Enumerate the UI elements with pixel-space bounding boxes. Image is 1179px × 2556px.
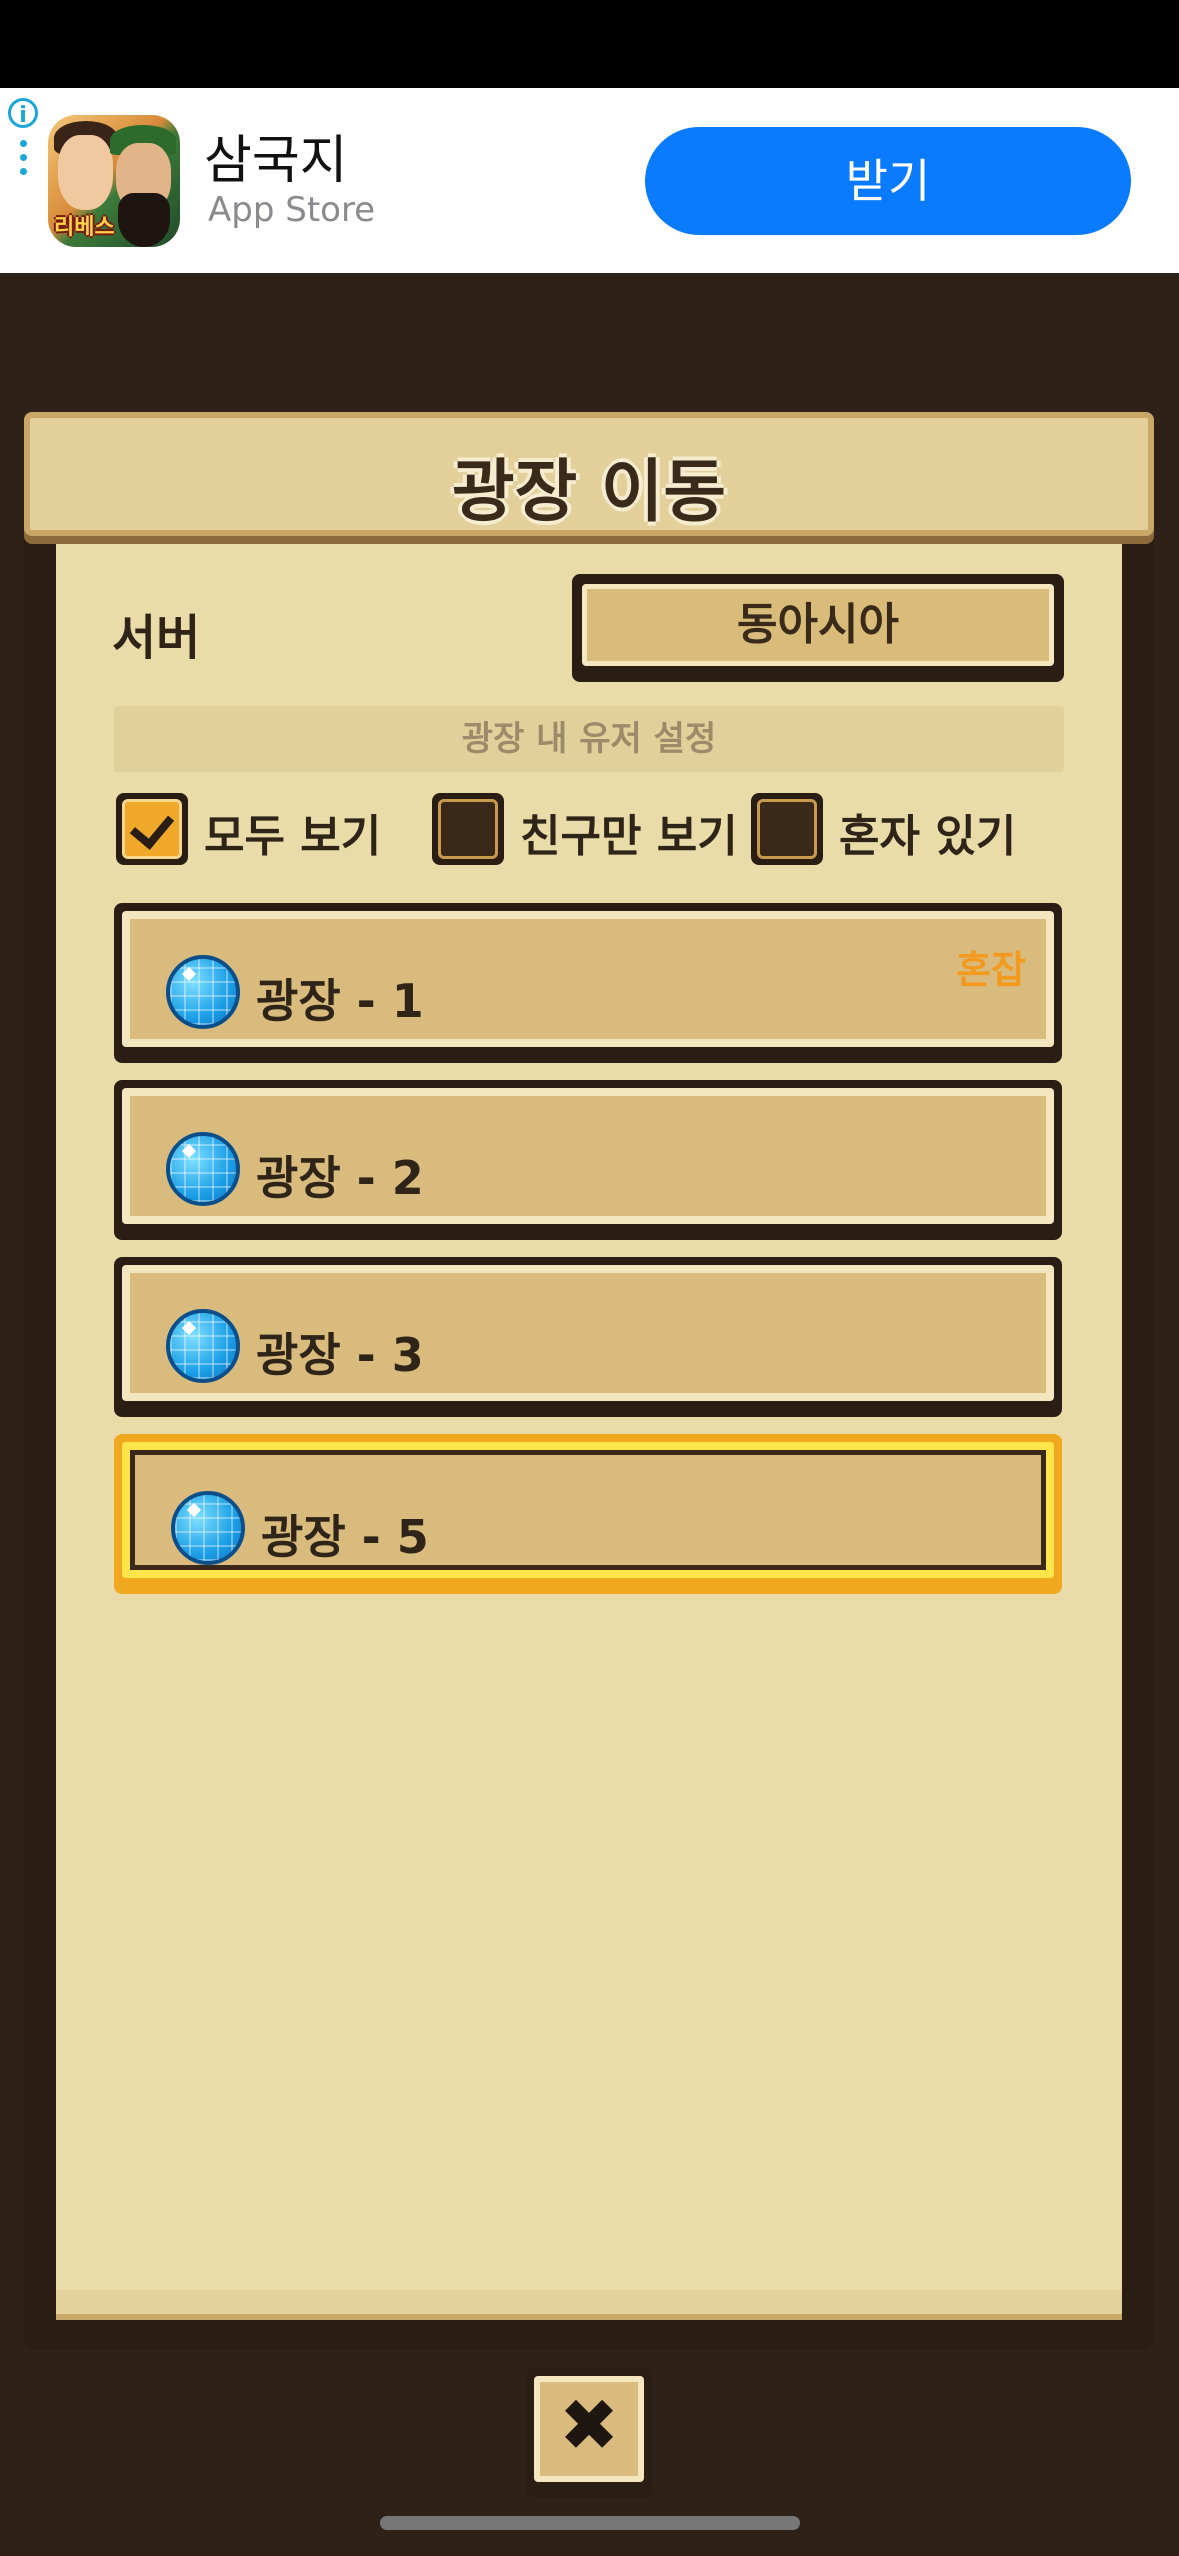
more-dots-icon[interactable] <box>20 140 28 182</box>
ad-app-name: 삼국지 <box>204 131 348 191</box>
home-indicator <box>380 2516 800 2530</box>
user-setting-header: 광장 내 유저 설정 <box>114 706 1064 772</box>
room-label: 광장 - 3 <box>256 1328 424 1382</box>
dialog-title: 광장 이동 <box>452 453 726 532</box>
app-icon[interactable]: 리베스 <box>48 115 180 247</box>
room-fill: 광장 - 1 혼잡 <box>130 919 1046 1039</box>
get-button[interactable]: 받기 <box>645 127 1131 235</box>
character-face <box>58 135 113 210</box>
check-icon <box>129 804 175 850</box>
room-border: 광장 - 5 <box>122 1442 1054 1578</box>
dialog-bottom-edge <box>56 2290 1122 2320</box>
checkbox-alone[interactable] <box>751 793 823 865</box>
globe-icon <box>171 1491 245 1565</box>
checkbox-box <box>757 799 817 859</box>
checkbox-box <box>438 799 498 859</box>
close-button[interactable]: ✖ <box>526 2368 652 2498</box>
checkbox-all-label[interactable]: 모두 보기 <box>204 800 381 864</box>
room-label: 광장 - 2 <box>256 1151 424 1205</box>
room-fill: 광장 - 3 <box>130 1273 1046 1393</box>
checkbox-friends-label[interactable]: 친구만 보기 <box>520 800 738 864</box>
checkbox-all[interactable] <box>116 793 188 865</box>
room-border: 광장 - 1 혼잡 <box>122 911 1054 1047</box>
room-fill: 광장 - 5 <box>130 1450 1046 1570</box>
globe-icon <box>166 1132 240 1206</box>
close-icon: ✖ <box>540 2382 638 2476</box>
room-item-2[interactable]: 광장 - 2 <box>114 1080 1062 1240</box>
room-label: 광장 - 5 <box>261 1510 429 1564</box>
server-value: 동아시아 <box>582 584 1054 666</box>
checkbox-friends[interactable] <box>432 793 504 865</box>
app-icon-label: 리베스 <box>54 215 115 240</box>
room-item-5[interactable]: 광장 - 5 <box>114 1434 1062 1594</box>
room-border: 광장 - 3 <box>122 1265 1054 1401</box>
close-button-border: ✖ <box>534 2376 644 2482</box>
globe-icon <box>166 955 240 1029</box>
globe-icon <box>166 1309 240 1383</box>
server-label: 서버 <box>112 610 201 666</box>
status-bar <box>0 0 1179 88</box>
crowded-badge: 혼잡 <box>956 948 1026 992</box>
checkbox-box <box>122 799 182 859</box>
room-item-1[interactable]: 광장 - 1 혼잡 <box>114 903 1062 1063</box>
room-border: 광장 - 2 <box>122 1088 1054 1224</box>
character-beard <box>118 193 170 247</box>
info-icon[interactable]: i <box>8 98 38 128</box>
room-fill: 광장 - 2 <box>130 1096 1046 1216</box>
room-label: 광장 - 1 <box>256 974 424 1028</box>
checkbox-alone-label[interactable]: 혼자 있기 <box>839 800 1016 864</box>
server-select-button[interactable]: 동아시아 <box>572 574 1064 682</box>
room-item-3[interactable]: 광장 - 3 <box>114 1257 1062 1417</box>
ad-store-name: App Store <box>208 190 376 230</box>
dialog-header: 광장 이동 <box>24 412 1154 536</box>
